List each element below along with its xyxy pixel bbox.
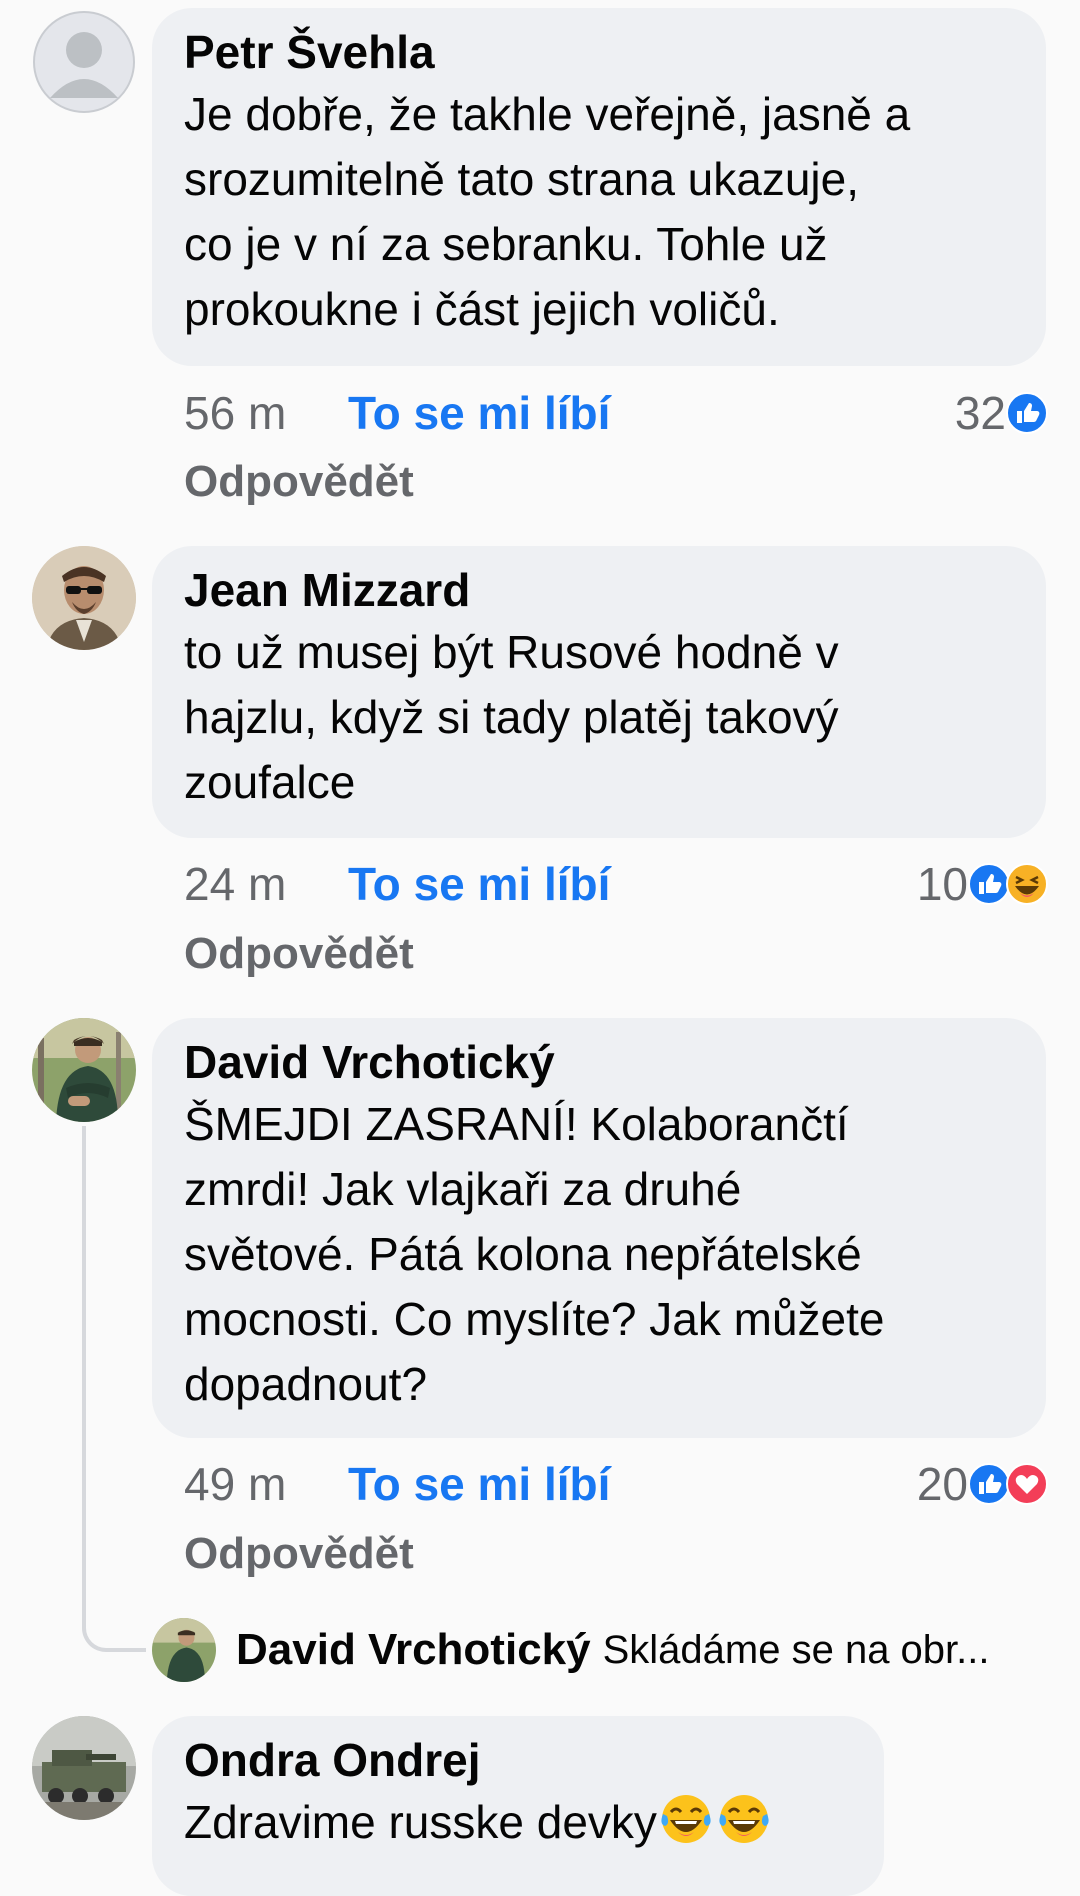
- avatar-ondra-ondrej[interactable]: [32, 1716, 136, 1820]
- comment-author[interactable]: Ondra Ondrej: [184, 1730, 852, 1790]
- reply-snippet: Skládáme se na obr...: [602, 1627, 990, 1672]
- comment-line: mocnosti. Co myslíte? Jak můžete: [184, 1293, 885, 1345]
- comment-meta: 49 m To se mi líbí 20: [184, 1454, 1064, 1514]
- comment-author[interactable]: Petr Švehla: [184, 22, 1014, 82]
- reply-button[interactable]: Odpovědět: [184, 924, 414, 984]
- comment-bubble: Ondra Ondrej Zdravime russke devky: [152, 1716, 884, 1896]
- comment-author[interactable]: Jean Mizzard: [184, 560, 1014, 620]
- like-button[interactable]: To se mi líbí: [348, 1454, 610, 1514]
- comment-line: prokoukne i část jejich voličů.: [184, 283, 780, 335]
- avatar-jean-mizzard[interactable]: [32, 546, 136, 650]
- comment-line: co je v ní za sebranku. Tohle už: [184, 218, 828, 270]
- reply-author: David Vrchotický: [236, 1625, 591, 1674]
- avatar-default[interactable]: [32, 10, 136, 114]
- tears-of-joy-emoji-icon: [719, 1795, 769, 1843]
- comment-line: hajzlu, když si tady platěj takový: [184, 691, 839, 743]
- comment-timestamp[interactable]: 24 m: [184, 854, 286, 914]
- comment-line: světové. Pátá kolona nepřátelské: [184, 1228, 862, 1280]
- like-button[interactable]: To se mi líbí: [348, 854, 610, 914]
- comment-author[interactable]: David Vrchotický: [184, 1032, 1014, 1092]
- reaction-count: 32: [954, 387, 1006, 439]
- comment-meta: 24 m To se mi líbí 10: [184, 854, 1064, 914]
- comment-timestamp[interactable]: 56 m: [184, 383, 286, 443]
- reply-thread-line: [82, 1126, 146, 1652]
- haha-reaction-icon: [1006, 863, 1048, 905]
- reply-preview[interactable]: David Vrchotický Skládáme se na obr...: [152, 1618, 1052, 1682]
- comment-text: Zdravime russke devky: [184, 1796, 657, 1848]
- reactions-summary[interactable]: 20: [917, 1454, 1048, 1514]
- reactions-summary[interactable]: 10: [917, 854, 1048, 914]
- comment-line: zmrdi! Jak vlajkaři za druhé: [184, 1163, 742, 1215]
- comment-bubble: Petr Švehla Je dobře, že takhle veřejně,…: [152, 8, 1046, 366]
- comment-meta: 56 m To se mi líbí 32: [184, 383, 1064, 443]
- comment-line: srozumitelně tato strana ukazuje,: [184, 153, 860, 205]
- comment-bubble: David Vrchotický ŠMEJDI ZASRANÍ! Kolabor…: [152, 1018, 1046, 1438]
- comment-line: to už musej být Rusové hodně v: [184, 626, 839, 678]
- comment-line: zoufalce: [184, 756, 356, 808]
- love-reaction-icon: [1006, 1463, 1048, 1505]
- comment-timestamp[interactable]: 49 m: [184, 1454, 286, 1514]
- reply-button[interactable]: Odpovědět: [184, 1524, 414, 1584]
- tears-of-joy-emoji-icon: [661, 1795, 711, 1843]
- avatar-david-vrchoticky[interactable]: [32, 1018, 136, 1122]
- reply-avatar: [152, 1618, 216, 1682]
- like-reaction-icon: [968, 1463, 1010, 1505]
- comment-line: dopadnout?: [184, 1358, 428, 1410]
- reply-button[interactable]: Odpovědět: [184, 452, 414, 512]
- comment-line: Je dobře, že takhle veřejně, jasně a: [184, 88, 911, 140]
- like-button[interactable]: To se mi líbí: [348, 383, 610, 443]
- like-reaction-icon: [968, 863, 1010, 905]
- comment-line: Zdravime russke devky: [184, 1790, 852, 1855]
- comment-line: ŠMEJDI ZASRANÍ! Kolaborančtí: [184, 1098, 849, 1150]
- reaction-count: 20: [916, 1458, 968, 1510]
- reactions-summary[interactable]: 32: [955, 383, 1048, 443]
- reaction-count: 10: [916, 858, 968, 910]
- like-reaction-icon: [1006, 392, 1048, 434]
- comment-bubble: Jean Mizzard to už musej být Rusové hodn…: [152, 546, 1046, 838]
